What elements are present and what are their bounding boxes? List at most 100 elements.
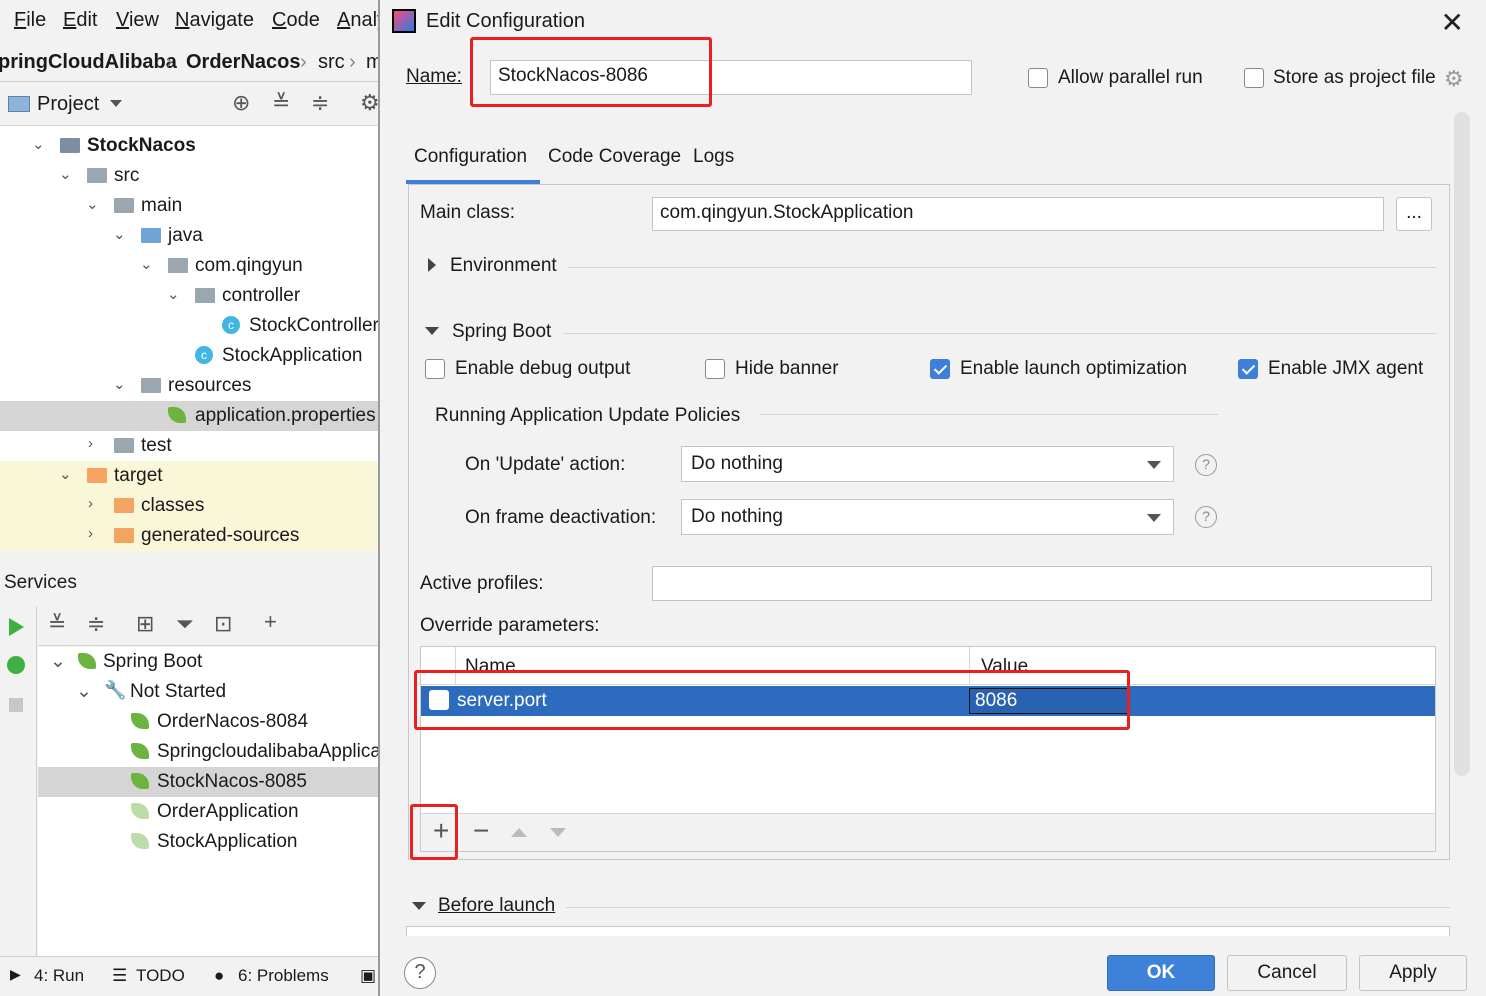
close-icon[interactable]: ✕ [1441,6,1464,39]
menu-navigate[interactable]: Navigate [175,9,254,32]
collapse-all-icon[interactable]: ≑ [311,90,329,116]
scrollbar[interactable] [1454,112,1470,776]
chevron-down-icon[interactable]: ⌄ [113,375,126,393]
stop-icon[interactable] [9,698,23,712]
expand-all-icon[interactable]: ≚ [272,90,290,116]
tree-item-java[interactable]: ⌄ java [0,221,380,251]
gear-icon[interactable]: ⚙ [1444,66,1464,92]
menu-edit[interactable]: Edit [63,9,97,32]
tree-item-controller[interactable]: ⌄ controller [0,281,380,311]
todo-icon: ☰ [112,966,128,985]
tree-item-stockcontroller[interactable]: c StockController [0,311,380,341]
spring-boot-section[interactable]: Spring Boot [452,321,551,343]
service-group-spring-boot[interactable]: ⌄ Spring Boot [38,647,380,677]
ok-button[interactable]: OK [1107,955,1215,991]
gear-icon[interactable]: ⚙ [360,90,380,116]
frame-deactivation-select[interactable]: Do nothing [681,499,1174,535]
service-item[interactable]: OrderNacos-8084 [38,707,380,737]
enable-launch-optimization-checkbox[interactable] [930,359,950,379]
service-group-not-started[interactable]: ⌄ 🔧 Not Started [38,677,380,707]
move-down-icon[interactable] [550,828,566,837]
tab-code-coverage[interactable]: Code Coverage [548,146,681,168]
filter-icon[interactable]: ⏷ [176,611,194,637]
tool-tab-problems[interactable]: 6: Problems [238,966,329,986]
remove-icon[interactable]: − [473,815,489,847]
tree-item-generated-sources[interactable]: › generated-sources [0,521,380,551]
chevron-down-icon[interactable]: ⌄ [167,285,180,303]
chevron-down-icon[interactable] [110,100,122,107]
service-item[interactable]: SpringcloudalibabaApplication [38,737,380,767]
project-view-selector[interactable]: Project [37,93,99,116]
store-as-project-file-checkbox[interactable] [1244,68,1264,88]
tab-configuration[interactable]: Configuration [414,146,527,168]
environment-section[interactable]: Environment [450,255,557,277]
update-action-select[interactable]: Do nothing [681,446,1174,482]
group-icon[interactable]: ⊞ [136,611,154,637]
enable-debug-output-checkbox[interactable] [425,359,445,379]
new-tab-icon[interactable]: ⊡ [214,611,232,637]
chevron-down-icon[interactable]: ⌄ [59,165,72,183]
chevron-down-icon[interactable]: ⌄ [32,135,45,153]
expand-all-icon[interactable]: ≚ [48,611,66,637]
chevron-right-icon[interactable] [428,258,436,272]
breadcrumb-item[interactable]: OrderNacos [186,51,301,74]
main-class-field[interactable]: com.qingyun.StockApplication [652,197,1384,231]
chevron-down-icon[interactable] [425,327,439,335]
spring-boot-icon [131,713,149,729]
active-profiles-field[interactable] [652,566,1432,601]
project-view-icon [8,96,30,112]
tree-item-application-properties[interactable]: application.properties [0,401,380,431]
locate-icon[interactable]: ⊕ [232,90,250,116]
help-icon[interactable]: ? [1195,506,1217,528]
menu-file[interactable]: File [14,9,46,32]
tree-item-target[interactable]: ⌄ target [0,461,380,491]
excluded-folder-icon [114,528,134,543]
chevron-down-icon[interactable]: ⌄ [140,255,153,273]
service-item[interactable]: StockNacos-8085 [38,767,380,797]
tree-item-classes[interactable]: › classes [0,491,380,521]
enable-jmx-agent-checkbox[interactable] [1238,359,1258,379]
services-side-toolbar [0,606,37,956]
add-service-icon[interactable]: + [264,609,277,635]
hide-banner-checkbox[interactable] [705,359,725,379]
tab-logs[interactable]: Logs [693,146,734,168]
help-icon[interactable]: ? [1195,454,1217,476]
allow-parallel-run-checkbox[interactable] [1028,68,1048,88]
tree-item-package[interactable]: ⌄ com.qingyun [0,251,380,281]
run-icon[interactable] [9,618,24,636]
tree-item-stockapplication[interactable]: c StockApplication [0,341,380,371]
menu-view[interactable]: View [116,9,159,32]
menu-code[interactable]: Code [272,9,320,32]
chevron-down-icon[interactable]: ⌄ [113,225,126,243]
service-item[interactable]: StockApplication [38,827,380,857]
service-label: OrderApplication [157,801,299,822]
tree-item-stocknacos[interactable]: ⌄ StockNacos [0,131,380,161]
name-label: Name: [406,66,462,87]
chevron-right-icon[interactable]: › [88,435,93,452]
apply-button[interactable]: Apply [1359,955,1467,991]
chevron-down-icon[interactable]: ⌄ [86,195,99,213]
browse-button[interactable]: ... [1396,197,1432,231]
chevron-down-icon[interactable] [412,902,426,910]
chevron-down-icon[interactable]: ⌄ [50,650,66,673]
tool-tab-todo[interactable]: TODO [136,966,185,986]
before-launch-section[interactable]: Before launch [438,895,555,917]
tree-item-resources[interactable]: ⌄ resources [0,371,380,401]
chevron-down-icon[interactable]: ⌄ [76,680,92,703]
debug-icon[interactable] [7,656,25,674]
collapse-all-icon[interactable]: ≑ [87,611,105,637]
chevron-down-icon[interactable]: ⌄ [59,465,72,483]
tree-item-src[interactable]: ⌄ src [0,161,380,191]
help-icon[interactable]: ? [404,957,436,989]
service-item[interactable]: OrderApplication [38,797,380,827]
cancel-button[interactable]: Cancel [1227,955,1347,991]
breadcrumb-item[interactable]: src [318,51,345,74]
chevron-right-icon[interactable]: › [88,525,93,542]
breadcrumb-item[interactable]: pringCloudAlibaba [0,51,177,74]
tree-item-main[interactable]: ⌄ main [0,191,380,221]
tree-item-test[interactable]: › test [0,431,380,461]
chevron-right-icon[interactable]: › [88,495,93,512]
menu-analyze[interactable]: Analy [337,9,380,32]
tool-tab-run[interactable]: 4: Run [34,966,84,986]
move-up-icon[interactable] [511,828,527,837]
